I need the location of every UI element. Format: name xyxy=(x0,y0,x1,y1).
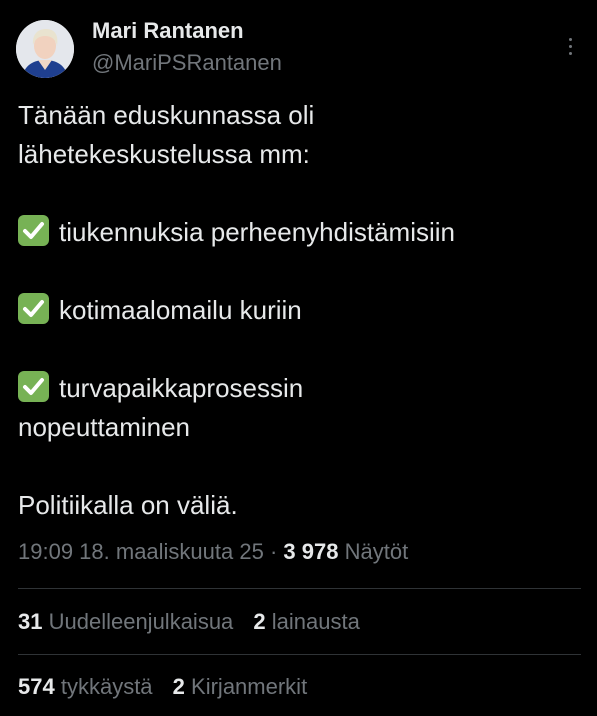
author-handle[interactable]: @MariPSRantanen xyxy=(92,50,282,76)
divider xyxy=(18,654,581,655)
tweet-timestamp[interactable]: 19:09 18. maaliskuuta 25 xyxy=(18,539,264,564)
views-count: 3 978 xyxy=(283,539,339,564)
more-dot xyxy=(568,37,572,41)
tweet-line: Tänään eduskunnassa oli xyxy=(18,100,315,130)
engagement-stats: 574 tykkäystä 2 Kirjanmerkit xyxy=(18,674,321,700)
more-dot xyxy=(568,44,572,48)
tweet-list-item: kotimaalomailu kuriin xyxy=(18,291,583,330)
tweet-list-item-text: tiukennuksia perheenyhdistämisiin xyxy=(59,217,456,247)
bookmarks-count: 2 xyxy=(172,674,185,699)
likes-label: tykkäystä xyxy=(60,674,153,699)
author-avatar[interactable] xyxy=(16,20,74,78)
retweets-stat[interactable]: 31 Uudelleenjulkaisua xyxy=(18,609,233,635)
tweet-meta: 19:09 18. maaliskuuta 25 · 3 978 Näytöt xyxy=(18,539,408,565)
check-mark-icon xyxy=(18,215,49,246)
tweet-list-item-text: kotimaalomailu kuriin xyxy=(59,295,302,325)
quotes-stat[interactable]: 2 lainausta xyxy=(253,609,359,635)
tweet-list-item: tiukennuksia perheenyhdistämisiin xyxy=(18,213,583,252)
quotes-label: lainausta xyxy=(271,609,360,634)
retweets-label: Uudelleenjulkaisua xyxy=(48,609,234,634)
views-label: Näytöt xyxy=(344,539,409,564)
tweet-detail: Mari Rantanen @MariPSRantanen Tänään edu… xyxy=(0,0,597,716)
divider xyxy=(18,588,581,589)
author-name[interactable]: Mari Rantanen xyxy=(92,18,244,44)
quotes-count: 2 xyxy=(253,609,266,634)
tweet-line: lähetekeskustelussa mm: xyxy=(18,139,310,169)
tweet-closing: Politiikalla on väliä. xyxy=(18,490,238,520)
meta-separator: · xyxy=(269,539,278,564)
likes-stat[interactable]: 574 tykkäystä xyxy=(18,674,153,700)
bookmarks-label: Kirjanmerkit xyxy=(191,674,308,699)
likes-count: 574 xyxy=(18,674,55,699)
tweet-text: Tänään eduskunnassa oli lähetekeskustelu… xyxy=(18,96,583,525)
check-mark-icon xyxy=(18,293,49,324)
retweets-count: 31 xyxy=(18,609,43,634)
avatar-image xyxy=(16,20,74,78)
more-options-button[interactable] xyxy=(560,32,580,60)
tweet-list-item: turvapaikkaprosessin xyxy=(18,369,583,408)
check-mark-icon xyxy=(18,371,49,402)
more-dot xyxy=(568,51,572,55)
bookmarks-stat[interactable]: 2 Kirjanmerkit xyxy=(173,674,308,700)
tweet-list-item-text: turvapaikkaprosessin xyxy=(59,373,304,403)
tweet-line: nopeuttaminen xyxy=(18,412,191,442)
repost-stats: 31 Uudelleenjulkaisua 2 lainausta xyxy=(18,609,374,635)
